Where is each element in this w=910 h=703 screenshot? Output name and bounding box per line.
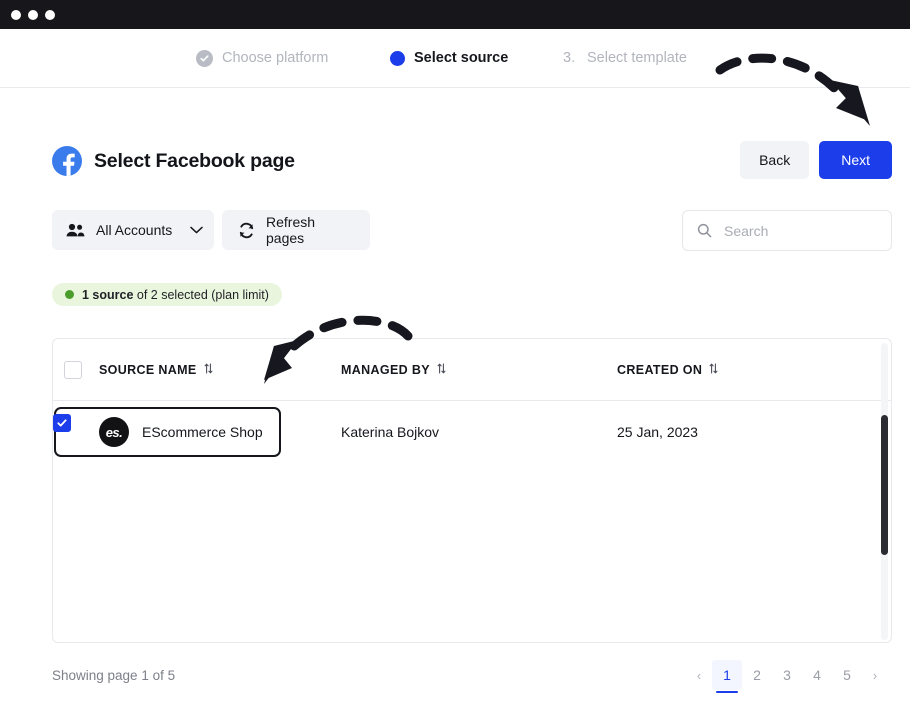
cell-created-on: 25 Jan, 2023: [617, 424, 698, 440]
source-count-badge: 1 source of 2 selected (plan limit): [52, 283, 282, 306]
column-label-managed-by: MANAGED BY: [341, 362, 430, 377]
table-scrollbar-thumb[interactable]: [881, 415, 888, 555]
search-icon: [697, 223, 712, 238]
source-count-rest: of 2 selected (plan limit): [133, 287, 269, 302]
row-checkbox[interactable]: [53, 414, 71, 432]
page-header-left: Select Facebook page: [52, 140, 295, 182]
app-window: Choose platform Select source 3. Select …: [0, 0, 910, 703]
status-dot-icon: [65, 290, 74, 299]
chevron-down-icon: [190, 226, 203, 234]
step-label-choose-platform: Choose platform: [222, 50, 329, 66]
pagination-page-2[interactable]: 2: [742, 660, 772, 690]
sources-table: SOURCE NAME MANAGED BY CREATED ON es. ES…: [52, 338, 892, 643]
column-header-created-on[interactable]: CREATED ON: [617, 363, 718, 377]
pagination-page-3[interactable]: 3: [772, 660, 802, 690]
avatar: es.: [99, 417, 129, 447]
refresh-pages-label: Refresh pages: [266, 214, 316, 246]
window-dot-3[interactable]: [45, 9, 55, 20]
step-select-source[interactable]: Select source: [390, 50, 508, 66]
select-all-checkbox[interactable]: [64, 360, 82, 379]
column-label-created-on: CREATED ON: [617, 362, 703, 377]
step-label-select-template: Select template: [587, 50, 687, 66]
column-header-managed-by[interactable]: MANAGED BY: [341, 363, 446, 377]
window-titlebar: [0, 0, 910, 29]
controls-row: All Accounts Refresh pages: [52, 210, 892, 252]
column-header-source-name[interactable]: SOURCE NAME: [99, 363, 213, 377]
window-dot-1[interactable]: [11, 9, 21, 20]
pagination-page-4[interactable]: 4: [802, 660, 832, 690]
facebook-icon: [52, 146, 82, 176]
pagination: ‹ 1 2 3 4 5 ›: [686, 660, 888, 693]
table-header-row: SOURCE NAME MANAGED BY CREATED ON: [53, 339, 891, 401]
pagination-page-1[interactable]: 1: [712, 660, 742, 693]
all-accounts-inner: All Accounts: [66, 222, 172, 238]
pagination-prev[interactable]: ‹: [686, 660, 712, 690]
sort-arrows-icon: [204, 362, 213, 377]
window-dot-2[interactable]: [28, 9, 38, 20]
source-count-value: 1 source: [82, 287, 134, 302]
step-choose-platform[interactable]: Choose platform: [196, 49, 329, 67]
page-header-actions: Back Next: [740, 141, 892, 179]
check-circle-icon: [196, 49, 213, 67]
sort-arrows-icon: [437, 362, 446, 377]
refresh-icon: [238, 222, 255, 239]
step-number-3: 3.: [563, 50, 576, 66]
step-label-select-source: Select source: [414, 50, 509, 66]
step-select-template[interactable]: 3. Select template: [563, 50, 687, 66]
pagination-page-5[interactable]: 5: [832, 660, 862, 690]
page-header: Select Facebook page Back Next: [52, 140, 892, 182]
sort-arrows-icon: [709, 362, 718, 377]
people-icon: [66, 223, 85, 237]
wizard-stepper: Choose platform Select source 3. Select …: [0, 29, 910, 88]
page-title: Select Facebook page: [94, 149, 295, 172]
column-label-source-name: SOURCE NAME: [99, 362, 197, 377]
next-button[interactable]: Next: [819, 141, 892, 179]
showing-page-text: Showing page 1 of 5: [52, 668, 176, 683]
all-accounts-label: All Accounts: [96, 222, 173, 238]
back-button[interactable]: Back: [740, 141, 810, 179]
source-count-text: 1 source of 2 selected (plan limit): [82, 288, 269, 302]
cell-managed-by: Katerina Bojkov: [341, 424, 440, 440]
cell-source-name: es. EScommerce Shop: [99, 417, 263, 447]
all-accounts-dropdown[interactable]: All Accounts: [52, 210, 214, 250]
search-input[interactable]: [724, 222, 877, 239]
table-row[interactable]: es. EScommerce Shop Katerina Bojkov 25 J…: [53, 401, 891, 463]
refresh-pages-button[interactable]: Refresh pages: [222, 210, 370, 250]
filled-circle-icon: [390, 50, 405, 66]
pagination-next[interactable]: ›: [862, 660, 888, 690]
source-name-text: EScommerce Shop: [142, 424, 263, 440]
search-box[interactable]: [682, 210, 892, 251]
